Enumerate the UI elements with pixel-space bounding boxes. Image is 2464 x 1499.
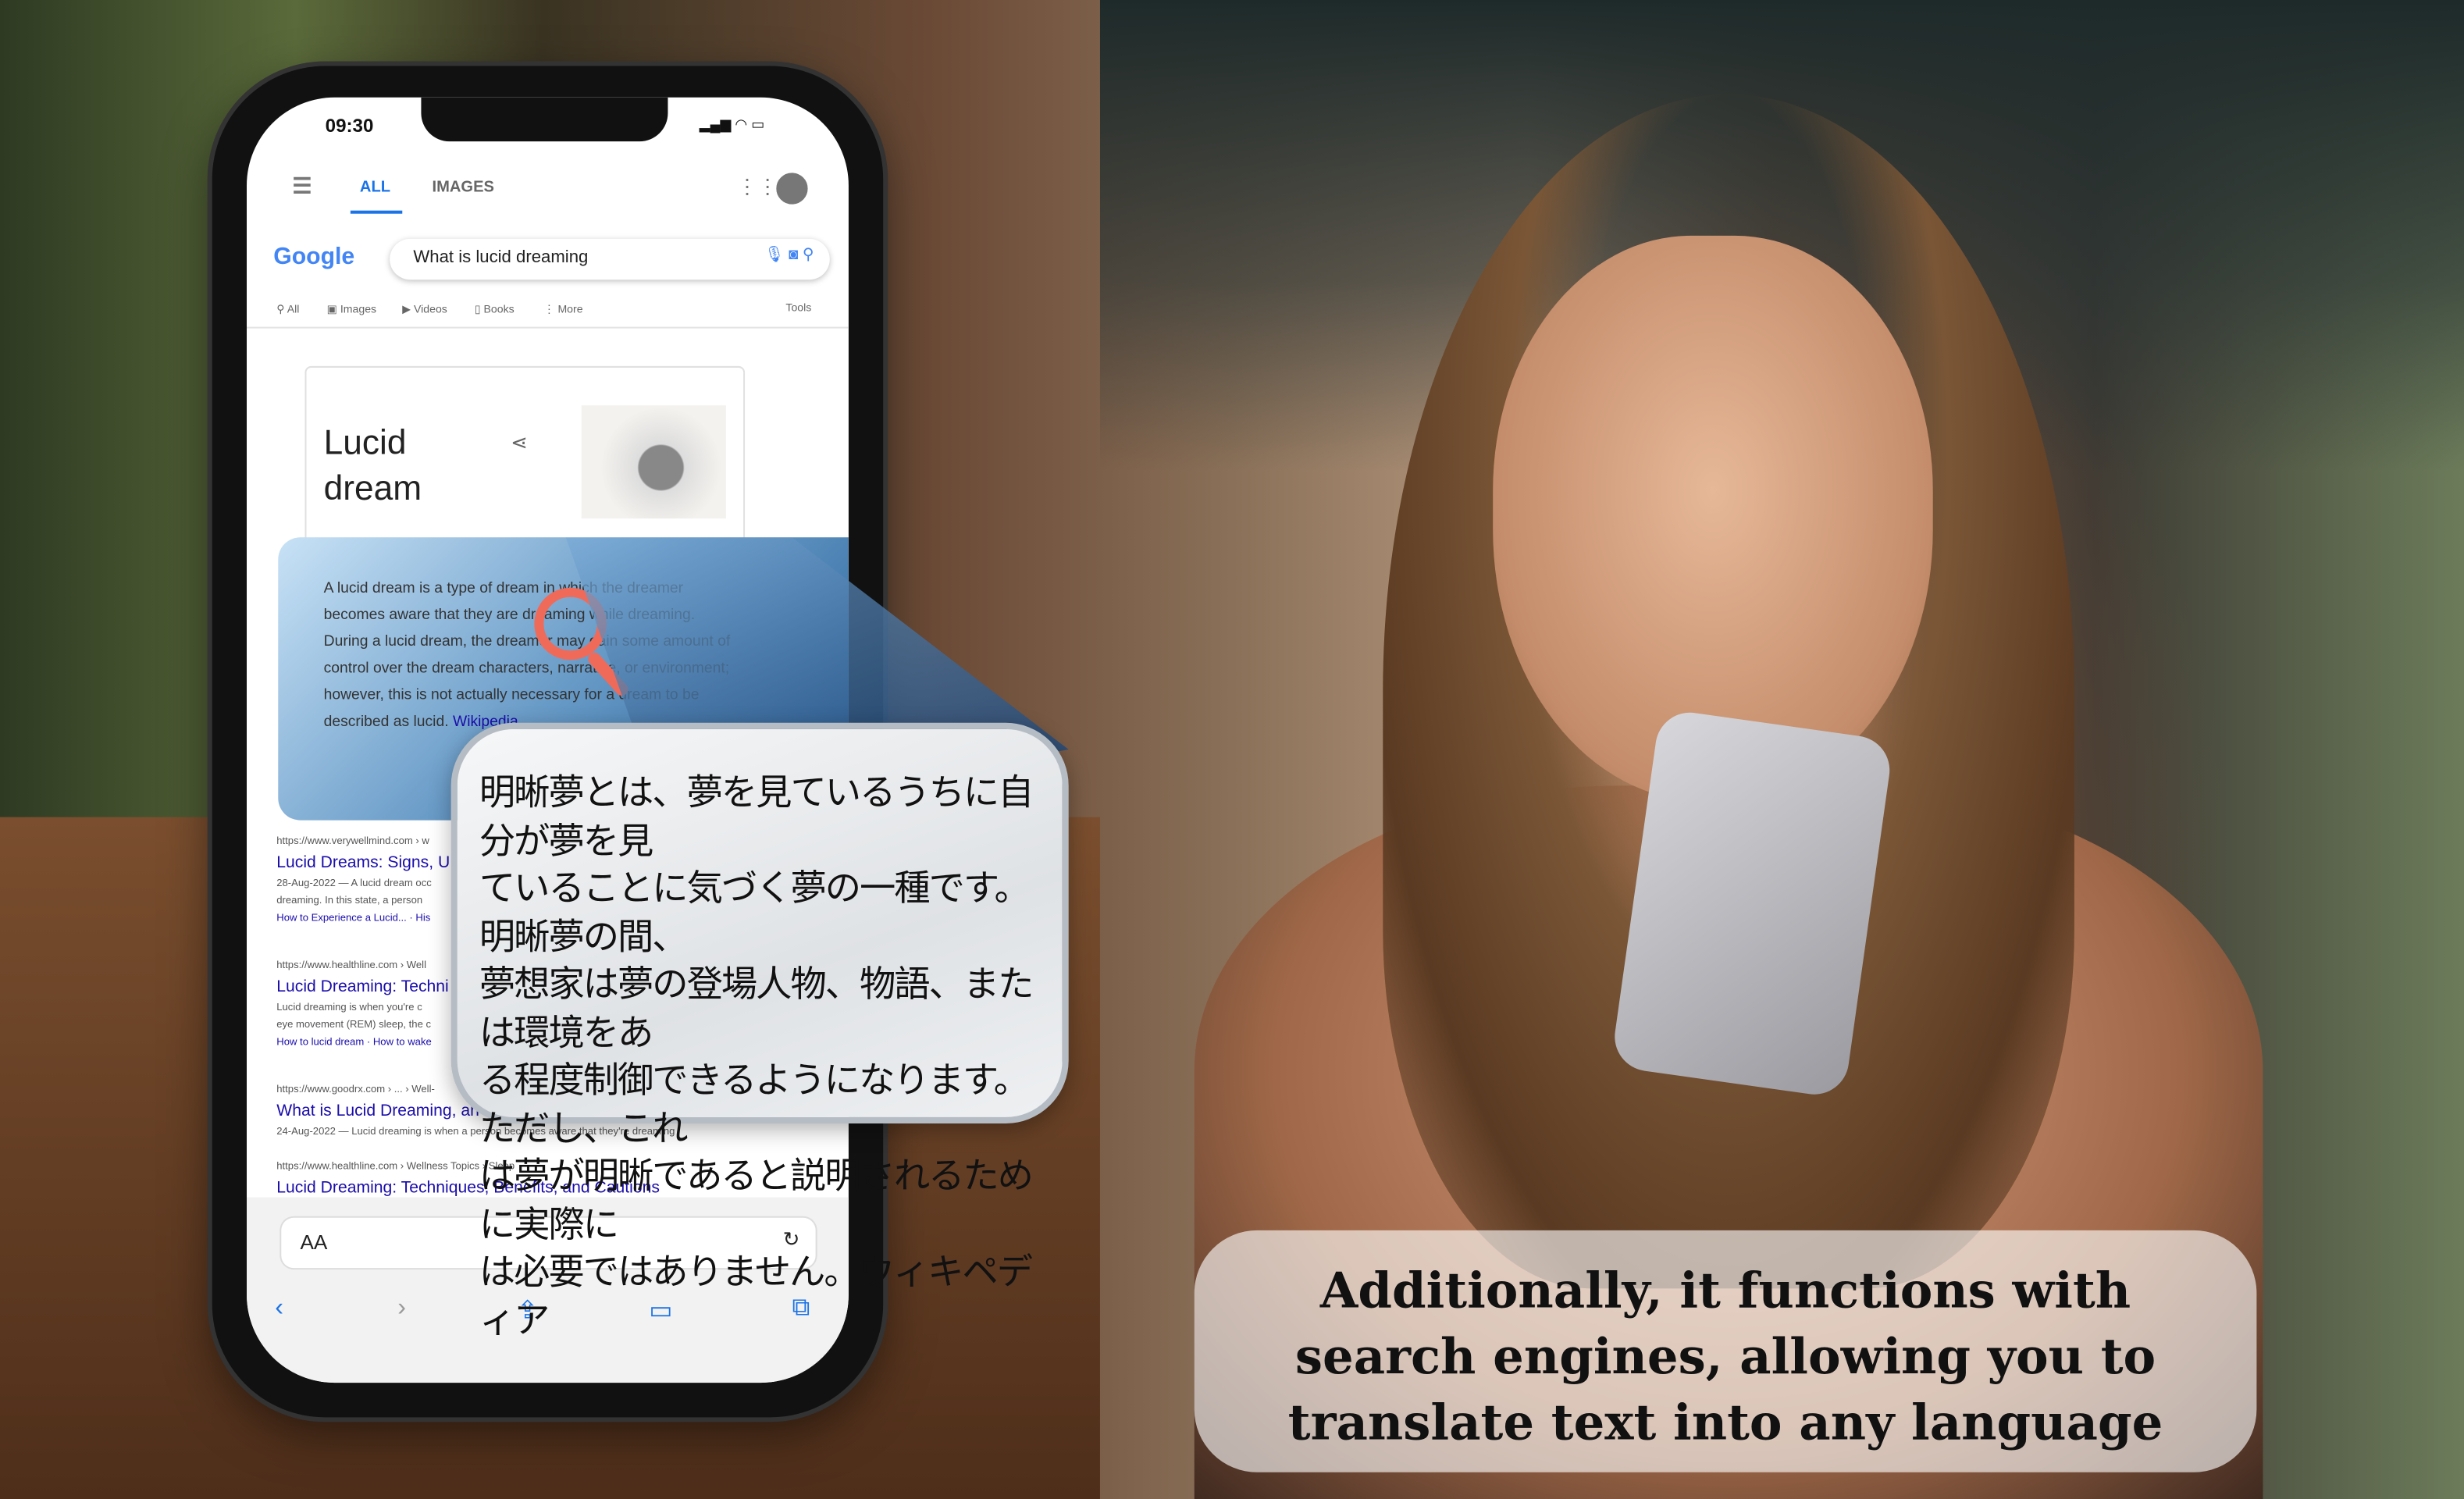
translation-bubble: 明晰夢とは、夢を見ているうちに自分が夢を見 ていることに気づく夢の一種です。明晰…	[450, 722, 1069, 1341]
dream-painting-image[interactable]	[581, 405, 726, 519]
result-url: https://www.verywellmind.com › w	[276, 835, 429, 847]
filter-label: Books	[483, 304, 515, 316]
filter-more[interactable]: ⋮ More	[543, 303, 582, 315]
translation-line: る程度制御できるようになります。ただし、これ	[479, 1060, 1030, 1150]
held-phone	[1610, 708, 1894, 1099]
filter-books[interactable]: ▯ Books	[475, 303, 515, 315]
translation-line: は必要ではありません。ウィキペディア	[479, 1252, 1033, 1341]
result-links[interactable]: How to lucid dream · How to wake	[276, 1034, 448, 1051]
filter-all[interactable]: ⚲ All	[276, 303, 299, 315]
hamburger-menu-icon[interactable]: ☰	[292, 173, 312, 199]
translation-line: 夢想家は夢の登場人物、物語、または環境をあ	[479, 964, 1034, 1054]
result-url: https://www.healthline.com › Well	[276, 960, 426, 971]
title-line: Lucid	[323, 422, 407, 462]
status-time: 09:30	[325, 114, 374, 137]
back-icon[interactable]: ‹	[275, 1294, 283, 1323]
account-avatar-icon[interactable]	[776, 173, 808, 205]
result-title[interactable]: Lucid Dreaming: Techni	[276, 974, 448, 999]
result-links[interactable]: How to Experience a Lucid... · His	[276, 910, 450, 927]
filter-label: Images	[340, 304, 377, 316]
filter-label: More	[557, 304, 583, 316]
search-query: What is lucid dreaming	[413, 247, 589, 268]
filter-label: All	[287, 304, 300, 316]
tab-images[interactable]: IMAGES	[433, 179, 494, 196]
result-snippet: eye movement (REM) sleep, the c	[276, 1020, 432, 1031]
caption-line: Additionally, it functions with	[1319, 1263, 2131, 1320]
result-title[interactable]: Lucid Dreams: Signs, U	[276, 850, 450, 875]
translation-line: 明晰夢とは、夢を見ているうちに自分が夢を見	[479, 773, 1034, 862]
notch	[421, 97, 668, 142]
title-line: dream	[323, 468, 422, 508]
result-snippet: dreaming. In this state, a person	[276, 895, 423, 907]
reader-aa-button[interactable]: AA	[300, 1230, 327, 1254]
tab-indicator	[350, 210, 403, 214]
translation-line: ていることに気づく夢の一種です。明晰夢の間、	[479, 868, 1031, 958]
caption-line: search engines, allowing you to	[1294, 1329, 2156, 1387]
translation-line: は夢が明晰であると説明されるために実際に	[479, 1156, 1034, 1245]
result-snippet: 28-Aug-2022 — A lucid dream occ	[276, 878, 432, 890]
caption-box: Additionally, it functions with search e…	[1194, 1230, 2257, 1472]
filter-images[interactable]: ▣ Images	[327, 303, 376, 315]
google-logo[interactable]: Google	[273, 244, 354, 270]
search-result: https://www.healthline.com › Well Lucid …	[276, 957, 448, 1052]
panel-title: Lucid dream	[324, 419, 422, 511]
promo-image: 09:30 ▂▄▆ ◠ ▭ ☰ ALL IMAGES ⋮⋮⋮ Google Wh…	[0, 0, 2464, 1499]
signal-wifi-battery-icon: ▂▄▆ ◠ ▭	[699, 116, 765, 133]
caption-line: translate text into any language	[1287, 1395, 2163, 1452]
result-snippet: Lucid dreaming is when you're c	[276, 1002, 422, 1014]
tools-button[interactable]: Tools	[785, 303, 811, 314]
tab-all[interactable]: ALL	[360, 179, 390, 196]
forward-icon[interactable]: ›	[397, 1294, 406, 1323]
share-icon[interactable]: ⋖	[511, 430, 528, 455]
filter-label: Videos	[414, 304, 447, 316]
search-result: https://www.verywellmind.com › w Lucid D…	[276, 833, 450, 928]
filter-videos[interactable]: ▶ Videos	[402, 303, 447, 315]
divider	[247, 326, 849, 329]
search-input[interactable]: What is lucid dreaming 🎙 ◙ ⚲	[390, 238, 830, 280]
mic-camera-search-icons[interactable]: 🎙 ◙ ⚲	[764, 247, 814, 264]
